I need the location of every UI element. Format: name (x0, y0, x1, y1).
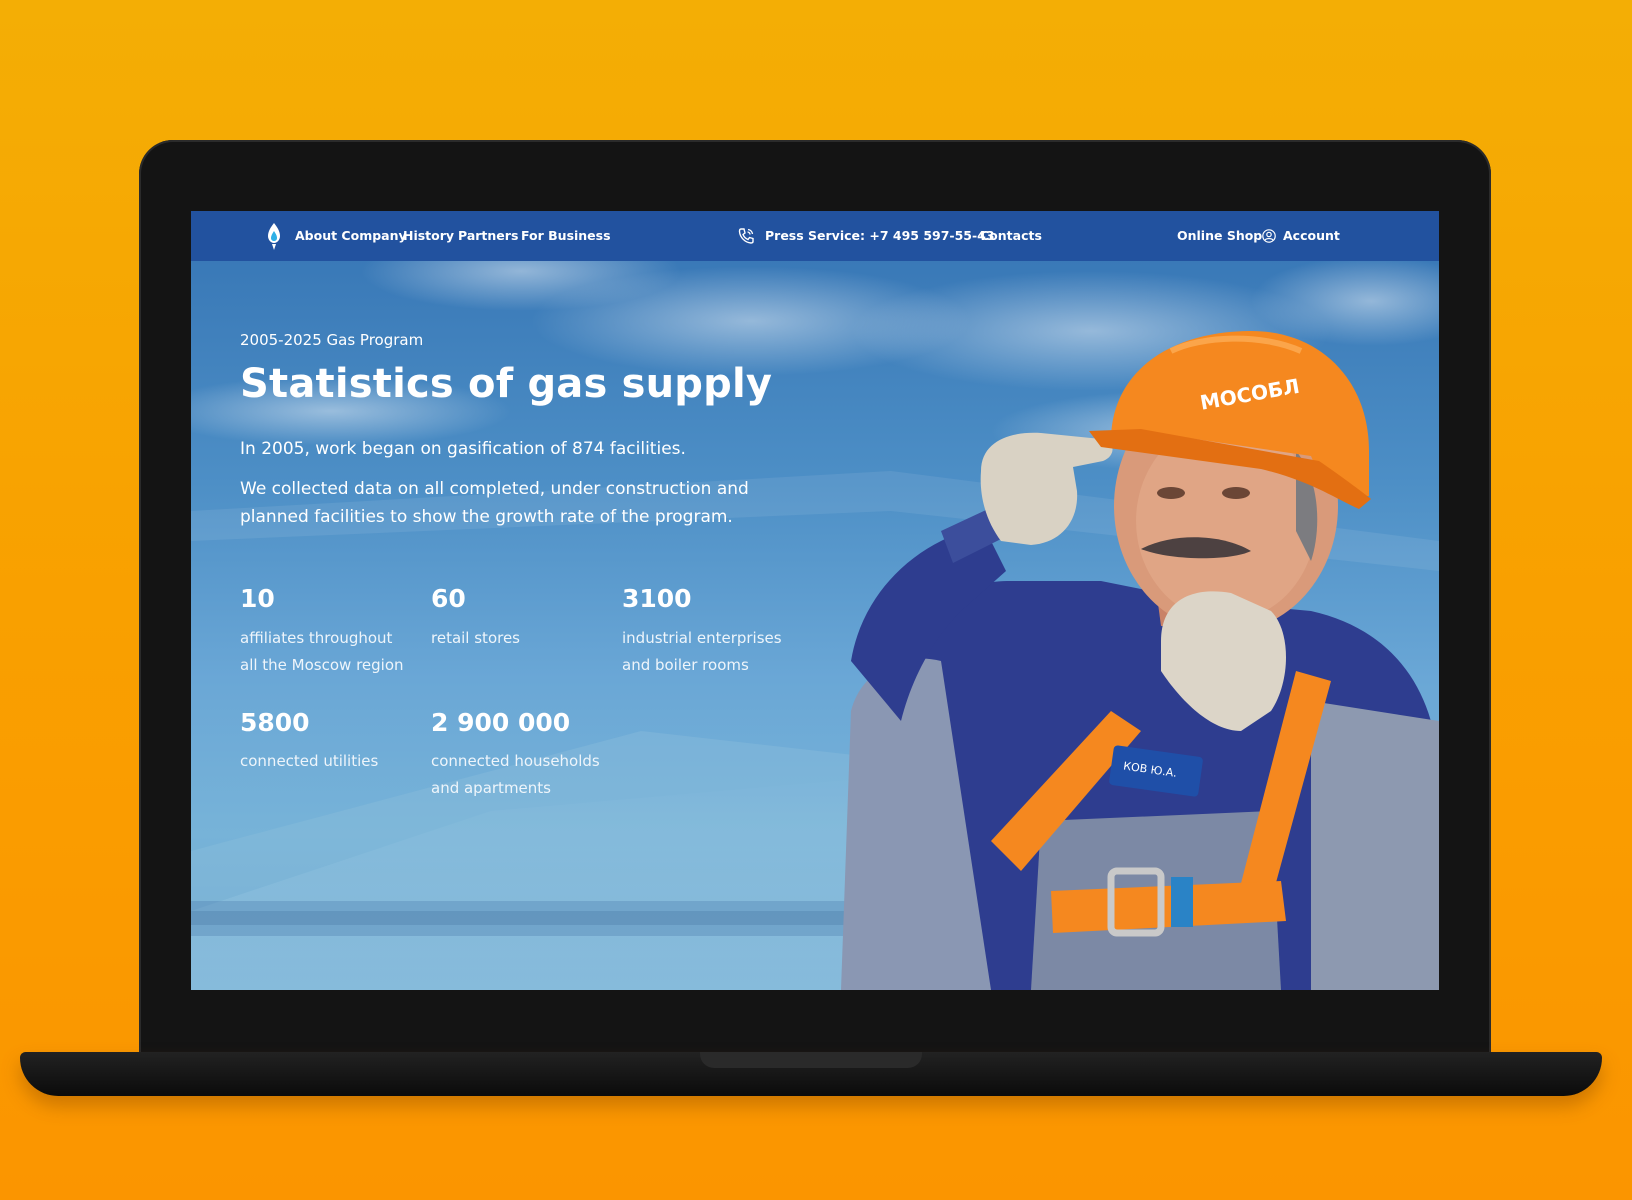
nav-account[interactable]: Account (1283, 228, 1340, 243)
logo-icon[interactable] (266, 221, 282, 251)
stat-retail-label: retail stores (431, 625, 520, 652)
screen: About Company History Partners For Busin… (191, 211, 1439, 990)
stat-retail-value: 60 (431, 584, 466, 613)
press-service-phone[interactable]: Press Service: +7 495 597-55-43 (765, 228, 995, 243)
nav-contacts[interactable]: Contacts (980, 228, 1042, 243)
nav-online-shop[interactable]: Online Shop (1177, 228, 1262, 243)
phone-icon (738, 228, 754, 244)
stat-households-label-line-1: connected households (431, 752, 600, 770)
stat-affiliates-label-line-1: affiliates throughout (240, 629, 393, 647)
hero-description-line-1: We collected data on all completed, unde… (240, 479, 749, 499)
account-icon (1262, 229, 1276, 243)
stat-households-value: 2 900 000 (431, 708, 571, 737)
stat-affiliates-value: 10 (240, 584, 275, 613)
hero-lead: In 2005, work began on gasification of 8… (240, 439, 686, 459)
stat-retail-label-line-1: retail stores (431, 629, 520, 647)
nav-for-business[interactable]: For Business (521, 228, 611, 243)
stat-industrial-value: 3100 (622, 584, 692, 613)
stat-affiliates-label: affiliates throughout all the Moscow reg… (240, 625, 404, 679)
stat-utilities-label: connected utilities (240, 748, 378, 775)
stat-utilities-label-line-1: connected utilities (240, 752, 379, 770)
laptop-notch (700, 1052, 922, 1068)
stat-industrial-label-line-1: industrial enterprises (622, 629, 782, 647)
stat-utilities-value: 5800 (240, 708, 310, 737)
stat-households-label: connected households and apartments (431, 748, 600, 802)
nav-partners[interactable]: Partners (458, 228, 518, 243)
worker-photo: КОВ Ю.А. МОСОБЛ (841, 331, 1439, 990)
hero-eyebrow: 2005-2025 Gas Program (240, 331, 424, 349)
page-title: Statistics of gas supply (240, 361, 773, 407)
hero-description: We collected data on all completed, unde… (240, 475, 760, 531)
stat-industrial-label-line-2: and boiler rooms (622, 656, 749, 674)
stat-industrial-label: industrial enterprises and boiler rooms (622, 625, 782, 679)
stat-affiliates-label-line-2: all the Moscow region (240, 656, 404, 674)
top-navbar: About Company History Partners For Busin… (191, 211, 1439, 261)
stat-households-label-line-2: and apartments (431, 779, 551, 797)
nav-about-company[interactable]: About Company (295, 228, 407, 243)
hero-description-line-2: planned facilities to show the growth ra… (240, 507, 733, 527)
nav-history[interactable]: History (403, 228, 454, 243)
